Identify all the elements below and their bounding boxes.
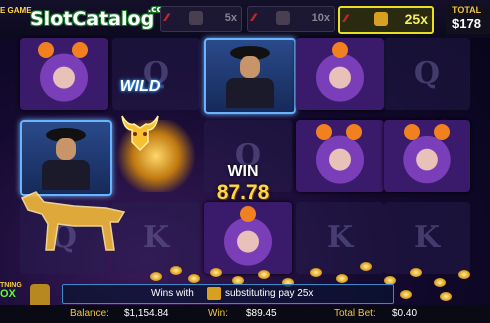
- coin-icon: [150, 272, 162, 281]
- coin-icon: [210, 268, 222, 277]
- flower-icon: [316, 124, 332, 140]
- coin-icon: [440, 292, 452, 301]
- flower-icon: [404, 124, 420, 140]
- multiplier-value: 25x: [404, 11, 428, 27]
- win-message-bar: Wins with substituting pay 25x: [62, 284, 394, 304]
- flower-icon: [434, 124, 450, 140]
- game-mode-label: E GAME: [0, 6, 32, 15]
- flower-icon: [346, 124, 362, 140]
- coin-icon: [258, 270, 270, 279]
- glowing-horse-icon: [20, 191, 126, 251]
- total-bet-value: $0.40: [392, 308, 418, 319]
- face-icon: [240, 56, 260, 78]
- flower-icon: [72, 42, 88, 58]
- wild-label: WILD: [119, 78, 161, 95]
- symbol-letter: Q: [112, 38, 200, 110]
- total-bet-label: Total Bet:: [334, 308, 376, 319]
- win-message-prefix: Wins with: [151, 288, 194, 299]
- multiplier-value: 10x: [311, 12, 330, 24]
- coin-icon: [458, 270, 470, 279]
- total-win-panel: TOTAL $178: [446, 4, 490, 34]
- coin-icon: [360, 262, 372, 271]
- game-stage: E GAME SlotCatalog .com ⁄⁄⁄ 5x ⁄⁄⁄ 10x ⁄…: [0, 0, 490, 323]
- multiplier-value: 5x: [224, 12, 237, 24]
- win-value: $89.45: [246, 308, 277, 319]
- symbol-catrina: [20, 38, 108, 110]
- balance-label: Balance:: [70, 308, 109, 319]
- coin-icon: [310, 268, 322, 277]
- coin-icon: [410, 268, 422, 277]
- lightning-icon: ⁄⁄⁄: [344, 13, 347, 25]
- bull-icon: [276, 11, 290, 25]
- coin-icon: [434, 278, 446, 287]
- win-message-suffix: substituting pay 25x: [225, 288, 314, 299]
- flower-icon: [240, 206, 256, 222]
- lightning-icon: ⁄⁄⁄: [165, 12, 168, 24]
- coin-icon: [170, 266, 182, 275]
- flower-icon: [38, 42, 54, 58]
- logo-text: SlotCatalog: [30, 8, 155, 30]
- symbol-catrina: [204, 202, 292, 274]
- guitar-icon: [226, 78, 274, 108]
- total-value: $178: [452, 16, 481, 31]
- bull-icon: [207, 287, 221, 300]
- win-amount: 87.78: [216, 181, 270, 204]
- coin-icon: [336, 274, 348, 283]
- symbol-guitarist: [204, 38, 296, 114]
- lightning-icon: ⁄⁄⁄: [252, 12, 255, 24]
- coin-icon: [188, 274, 200, 283]
- symbol-letter: K: [384, 202, 470, 274]
- total-label: TOTAL: [452, 5, 482, 15]
- bull-head-icon: [121, 115, 159, 152]
- guitar-icon: [42, 160, 90, 190]
- multiplier-5x: ⁄⁄⁄ 5x: [160, 6, 242, 32]
- win-display: WIN 87.78: [199, 163, 287, 205]
- bull-icon: [189, 11, 203, 25]
- status-bar: Balance: $1,154.84 Win: $89.45 Total Bet…: [0, 305, 490, 323]
- multiplier-25x-active: ⁄⁄⁄ 25x: [338, 6, 434, 34]
- face-icon: [56, 138, 76, 160]
- multiplier-10x: ⁄⁄⁄ 10x: [247, 6, 335, 32]
- symbol-catrina: [384, 120, 470, 192]
- watermark-logo: SlotCatalog .com: [30, 5, 172, 30]
- symbol-letter: Q: [384, 38, 470, 110]
- symbol-guitarist: [20, 120, 112, 196]
- symbol-catrina: [296, 38, 384, 110]
- win-label: Win:: [208, 308, 228, 319]
- win-label: WIN: [227, 163, 259, 180]
- flower-icon: [332, 42, 348, 58]
- feature-badge: TNING OX: [0, 281, 22, 307]
- feature-badge-bottom: OX: [0, 288, 16, 300]
- bull-icon: [374, 12, 388, 26]
- symbol-catrina: [296, 120, 384, 192]
- coin-icon: [400, 290, 412, 299]
- balance-value: $1,154.84: [124, 308, 169, 319]
- top-bar: E GAME SlotCatalog .com ⁄⁄⁄ 5x ⁄⁄⁄ 10x ⁄…: [0, 0, 490, 38]
